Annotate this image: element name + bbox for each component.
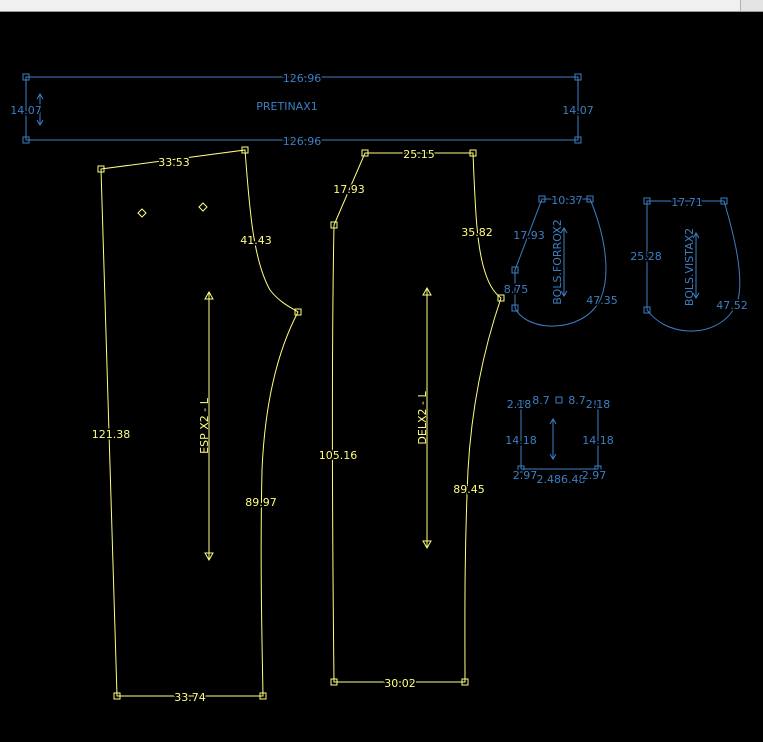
pretina-left-measure: 14.07	[10, 104, 42, 117]
bolsillo-forro-top-measure: 10.37	[551, 194, 583, 207]
espalda-name: ESP X2 - L	[198, 397, 211, 454]
small-top-mid-b-measure: 8.7	[568, 394, 586, 407]
pattern-canvas[interactable]: 126.96 126.96 14.07 14.07 PRETINAX1 33.5…	[0, 12, 763, 738]
piece-delantero[interactable]: 25.15 17.93 35.82 105.16 89.45 30.02 DEL…	[317, 147, 505, 692]
delantero-left-measure: 105.16	[319, 449, 358, 462]
pretina-right-measure: 14.07	[562, 104, 594, 117]
bolsillo-forro-name: BOLS.FORROX2	[551, 219, 564, 304]
bolsillo-forro-left-measure: 17.93	[513, 229, 545, 242]
bolsillo-forro-curve-measure: 47.35	[586, 294, 618, 307]
delantero-hem-measure: 30.02	[384, 677, 416, 690]
bolsillo-vista-left-measure: 25.28	[630, 250, 662, 263]
bolsillo-vista-top-measure: 17.71	[671, 196, 703, 209]
espalda-left-measure: 121.38	[92, 428, 131, 441]
small-top-left-measure: 2.18	[507, 398, 532, 411]
pretina-top-measure: 126.96	[283, 72, 322, 85]
pattern-drawing: 126.96 126.96 14.07 14.07 PRETINAX1 33.5…	[9, 71, 750, 706]
bolsillo-forro-inner-measure: 8.75	[504, 283, 529, 296]
piece-pretina[interactable]: 126.96 126.96 14.07 14.07 PRETINAX1	[9, 71, 596, 150]
piece-bolsillo-forro[interactable]: 10.37 17.93 8.75 47.35 BOLS.FORROX2	[502, 193, 619, 327]
espalda-side-measure: 41.43	[240, 234, 272, 247]
piece-espalda[interactable]: 33.53 41.43 121.38 89.97 33.74 ESP X2 - …	[90, 146, 302, 706]
pretina-name: PRETINAX1	[256, 100, 317, 113]
small-top-mid-a-measure: 8.7	[532, 394, 550, 407]
small-top-right-measure: 2.18	[586, 398, 611, 411]
espalda-inseam-measure: 89.97	[245, 496, 277, 509]
piece-small[interactable]: 2.18 8.7 8.7 2.18 14.18 14.18 2.97 2.486…	[504, 393, 616, 488]
window-top-bar	[0, 0, 763, 12]
delantero-name: DELX2 - L	[416, 391, 429, 445]
delantero-fly-measure: 17.93	[333, 183, 365, 196]
small-piece-grain-arrow	[549, 418, 557, 460]
espalda-top-measure: 33.53	[158, 156, 190, 169]
espalda-dart-markers	[137, 202, 208, 218]
pretina-bottom-measure: 126.96	[283, 135, 322, 148]
small-bottom-left-measure: 2.97	[513, 469, 538, 482]
small-bottom-right-measure: 2.97	[582, 469, 607, 482]
bolsillo-vista-name: BOLS.VISTAX2	[683, 228, 696, 306]
small-right-measure: 14.18	[582, 434, 614, 447]
delantero-curve-measure: 35.82	[461, 226, 493, 239]
window-resize-grip[interactable]	[740, 0, 763, 11]
small-left-measure: 14.18	[505, 434, 537, 447]
piece-bolsillo-vista[interactable]: 17.71 25.28 47.52 BOLS.VISTAX2	[629, 195, 749, 332]
delantero-top-measure: 25.15	[403, 148, 435, 161]
delantero-inseam-measure: 89.45	[453, 483, 485, 496]
bolsillo-vista-curve-measure: 47.52	[716, 299, 748, 312]
small-bottom-mid-measure: 2.486.48	[537, 473, 586, 486]
espalda-hem-measure: 33.74	[174, 691, 206, 704]
